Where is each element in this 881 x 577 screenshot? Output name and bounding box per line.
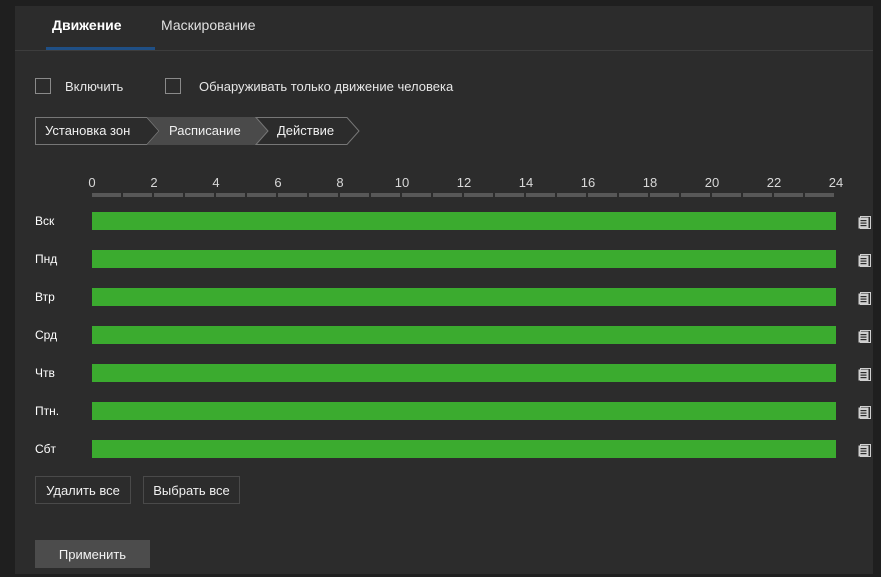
copy-schedule-icon[interactable] xyxy=(858,254,871,267)
hour-label: 14 xyxy=(518,175,534,190)
enable-checkbox-label: Включить xyxy=(65,78,124,94)
day-label: Срд xyxy=(35,328,58,342)
hour-tick xyxy=(309,193,338,197)
day-schedule-bar[interactable] xyxy=(92,402,836,420)
day-label: Птн. xyxy=(35,404,60,418)
hour-tick xyxy=(92,193,121,197)
hour-tick xyxy=(526,193,555,197)
left-border xyxy=(0,0,15,577)
day-schedule-fill[interactable] xyxy=(92,250,836,268)
day-label: Вск xyxy=(35,214,55,228)
hour-tick xyxy=(340,193,369,197)
day-label: Втр xyxy=(35,290,55,304)
hour-label: 20 xyxy=(704,175,720,190)
hour-label: 6 xyxy=(274,175,282,190)
day-schedule-bar[interactable] xyxy=(92,364,836,382)
copy-schedule-icon[interactable] xyxy=(858,216,871,229)
copy-schedule-icon[interactable] xyxy=(858,444,871,457)
hour-label: 22 xyxy=(766,175,782,190)
hour-label: 0 xyxy=(88,175,96,190)
hour-tick xyxy=(743,193,772,197)
hour-label: 2 xyxy=(150,175,158,190)
day-schedule-fill[interactable] xyxy=(92,288,836,306)
step-schedule[interactable]: Расписание xyxy=(169,123,241,138)
hour-tick xyxy=(433,193,462,197)
human-detection-checkbox-row[interactable]: Обнаруживать только движение человека xyxy=(165,77,453,95)
select-all-button[interactable]: Выбрать все xyxy=(143,476,240,504)
hour-label: 10 xyxy=(394,175,410,190)
day-schedule-fill[interactable] xyxy=(92,364,836,382)
hour-tick xyxy=(619,193,648,197)
hour-label: 4 xyxy=(212,175,220,190)
day-schedule-fill[interactable] xyxy=(92,440,836,458)
day-schedule-bar[interactable] xyxy=(92,212,836,230)
hour-tick xyxy=(650,193,679,197)
hour-tick xyxy=(805,193,834,197)
hour-label: 12 xyxy=(456,175,472,190)
delete-all-button[interactable]: Удалить все xyxy=(35,476,131,504)
copy-schedule-icon[interactable] xyxy=(858,406,871,419)
hour-tick xyxy=(495,193,524,197)
tab-motion[interactable]: Движение xyxy=(52,17,122,33)
human-detection-checkbox[interactable] xyxy=(165,78,181,94)
day-label: Сбт xyxy=(35,442,57,456)
day-schedule-fill[interactable] xyxy=(92,402,836,420)
hour-ticks xyxy=(92,193,836,197)
hour-tick xyxy=(185,193,214,197)
hour-tick xyxy=(464,193,493,197)
hour-label: 18 xyxy=(642,175,658,190)
day-schedule-bar[interactable] xyxy=(92,440,836,458)
enable-checkbox-row[interactable]: Включить xyxy=(35,77,123,95)
hour-label: 24 xyxy=(828,175,844,190)
day-schedule-fill[interactable] xyxy=(92,212,836,230)
hour-tick xyxy=(371,193,400,197)
hour-tick xyxy=(402,193,431,197)
right-border xyxy=(873,0,881,577)
hour-tick xyxy=(154,193,183,197)
tab-bar: Движение Маскирование xyxy=(15,6,873,51)
active-tab-indicator xyxy=(46,47,155,50)
day-label: Пнд xyxy=(35,252,58,266)
hour-tick xyxy=(216,193,245,197)
hour-label: 16 xyxy=(580,175,596,190)
day-schedule-bar[interactable] xyxy=(92,250,836,268)
motion-settings-panel: Движение Маскирование Включить Обнаружив… xyxy=(0,0,881,577)
copy-schedule-icon[interactable] xyxy=(858,292,871,305)
hour-tick xyxy=(557,193,586,197)
step-zones[interactable]: Установка зон xyxy=(45,123,130,138)
day-schedule-bar[interactable] xyxy=(92,326,836,344)
tab-masking[interactable]: Маскирование xyxy=(161,17,256,33)
day-label: Чтв xyxy=(35,366,55,380)
day-schedule-bar[interactable] xyxy=(92,288,836,306)
hour-tick xyxy=(247,193,276,197)
hour-tick xyxy=(712,193,741,197)
enable-checkbox[interactable] xyxy=(35,78,51,94)
day-schedule-fill[interactable] xyxy=(92,326,836,344)
hour-tick xyxy=(588,193,617,197)
hour-label: 8 xyxy=(336,175,344,190)
hour-tick xyxy=(278,193,307,197)
copy-schedule-icon[interactable] xyxy=(858,330,871,343)
hour-tick xyxy=(774,193,803,197)
human-detection-checkbox-label: Обнаруживать только движение человека xyxy=(199,78,454,94)
hour-tick xyxy=(681,193,710,197)
hour-tick xyxy=(123,193,152,197)
copy-schedule-icon[interactable] xyxy=(858,368,871,381)
apply-button[interactable]: Применить xyxy=(35,540,150,568)
step-action[interactable]: Действие xyxy=(277,123,334,138)
